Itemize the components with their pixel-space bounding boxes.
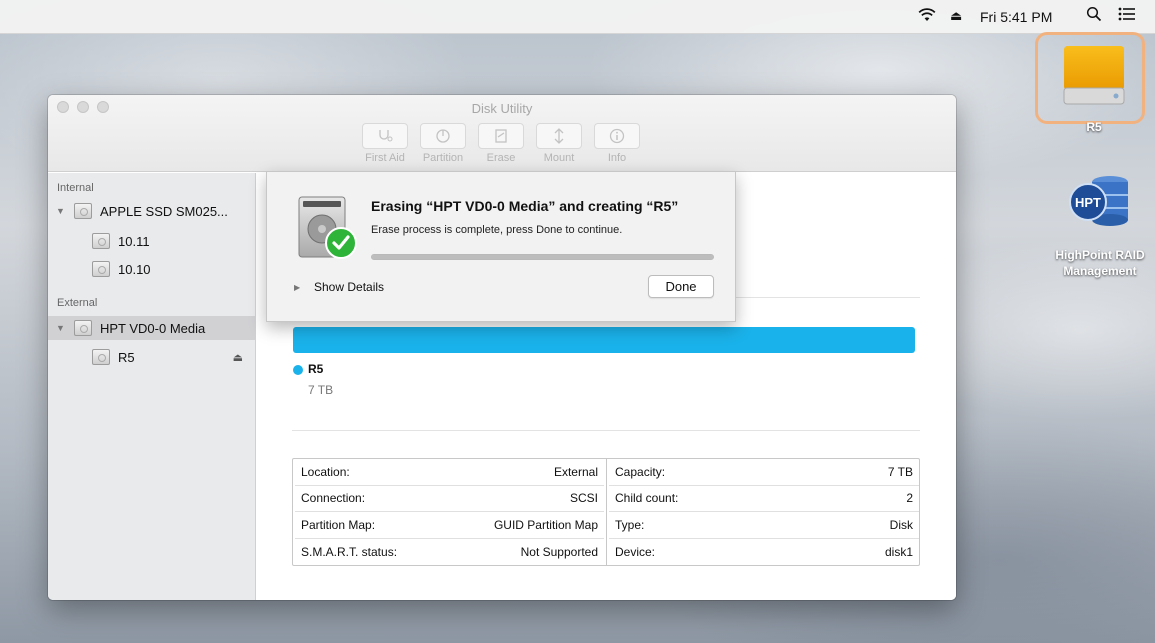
- info-column-right: Capacity: 7 TB Child count: 2 Type: Disk…: [607, 459, 921, 565]
- info-key: Partition Map:: [301, 517, 376, 532]
- volume-icon: [92, 261, 110, 277]
- info-key: Capacity:: [615, 464, 666, 479]
- sheet-message: Erase process is complete, press Done to…: [371, 224, 623, 236]
- info-column-left: Location: External Connection: SCSI Part…: [293, 459, 607, 565]
- info-key: Location:: [301, 464, 350, 479]
- disclosure-triangle-icon[interactable]: ▼: [56, 206, 66, 216]
- sidebar-section-internal: Internal: [57, 182, 94, 194]
- info-icon: [609, 128, 625, 144]
- disclosure-triangle-icon[interactable]: ▶: [294, 283, 300, 292]
- first-aid-label: First Aid: [365, 152, 405, 164]
- done-button[interactable]: Done: [648, 275, 714, 298]
- table-row: Location: External: [295, 459, 604, 486]
- info-value: 2: [906, 491, 913, 506]
- info-value: Not Supported: [520, 544, 598, 559]
- info-key: Device:: [615, 544, 656, 559]
- table-row: Child count: 2: [609, 486, 919, 512]
- info-value: Disk: [889, 517, 913, 532]
- app-label-line2: Management: [1063, 264, 1137, 278]
- erase-icon: [495, 129, 507, 143]
- table-row: Partition Map: GUID Partition Map: [295, 512, 604, 539]
- window-title: Disk Utility: [471, 101, 533, 116]
- erase-button[interactable]: [478, 123, 524, 149]
- divider: [292, 430, 920, 431]
- progress-fill: [372, 255, 713, 259]
- svg-text:HPT: HPT: [1075, 195, 1101, 210]
- external-disk-icon: [74, 320, 92, 336]
- info-key: Connection:: [301, 491, 366, 506]
- sidebar-item-apple-ssd[interactable]: ▼ APPLE SSD SM025...: [48, 199, 255, 223]
- sidebar-item-r5[interactable]: R5 ⏏: [48, 345, 255, 369]
- drive-label: R5: [1086, 120, 1102, 134]
- menu-clock[interactable]: Fri 5:41 PM: [980, 9, 1052, 25]
- volume-size: 7 TB: [308, 383, 334, 397]
- stethoscope-icon: [379, 130, 393, 142]
- highpoint-app-icon[interactable]: HPT: [1066, 172, 1132, 232]
- erase-progress-sheet: Erasing “HPT VD0-0 Media” and creating “…: [266, 171, 736, 322]
- sidebar-item-label: 10.11: [118, 233, 150, 249]
- spotlight-icon[interactable]: [1086, 6, 1102, 25]
- eject-menu-icon[interactable]: ⏏: [950, 8, 962, 24]
- info-label: Info: [607, 152, 627, 164]
- sheet-title: Erasing “HPT VD0-0 Media” and creating “…: [371, 198, 679, 214]
- sidebar-item-label: HPT VD0-0 Media: [100, 320, 206, 336]
- mount-label: Mount: [543, 152, 575, 164]
- sidebar-item-10-11[interactable]: 10.11: [48, 229, 255, 253]
- partition-label: Partition: [422, 152, 464, 164]
- table-row: Type: Disk: [609, 512, 919, 539]
- mount-icon: [554, 128, 564, 144]
- eject-icon[interactable]: ⏏: [233, 351, 243, 364]
- info-button[interactable]: [594, 123, 640, 149]
- external-drive-icon[interactable]: [1062, 44, 1126, 108]
- disclosure-triangle-icon[interactable]: ▼: [56, 323, 66, 333]
- table-row: Connection: SCSI: [295, 486, 604, 512]
- usage-bar: [293, 327, 915, 353]
- partition-icon: [436, 129, 450, 143]
- table-row: Device: disk1: [609, 539, 919, 566]
- volume-name: R5: [308, 362, 324, 376]
- hard-drive-check-icon: [295, 193, 359, 261]
- show-details-toggle[interactable]: Show Details: [314, 280, 384, 294]
- wifi-icon[interactable]: [918, 8, 936, 25]
- info-value: SCSI: [569, 491, 598, 506]
- info-value: External: [553, 464, 598, 479]
- table-row: S.M.A.R.T. status: Not Supported: [295, 539, 604, 566]
- info-value: 7 TB: [887, 464, 913, 479]
- info-table: Location: External Connection: SCSI Part…: [292, 458, 920, 566]
- partition-button[interactable]: [420, 123, 466, 149]
- mount-button[interactable]: [536, 123, 582, 149]
- sidebar-item-10-10[interactable]: 10.10: [48, 257, 255, 281]
- app-label-line1: HighPoint RAID: [1055, 248, 1145, 262]
- table-row: Capacity: 7 TB: [609, 459, 919, 486]
- info-key: S.M.A.R.T. status:: [301, 544, 398, 559]
- sidebar-item-label: R5: [118, 349, 135, 365]
- volume-color-dot: [293, 365, 303, 375]
- volume-icon: [92, 233, 110, 249]
- sidebar-item-hpt-vd0[interactable]: ▼ HPT VD0-0 Media: [48, 316, 255, 340]
- internal-disk-icon: [74, 203, 92, 219]
- sidebar: Internal ▼ APPLE SSD SM025... 10.11 10.1…: [48, 173, 256, 600]
- erase-progress-bar: [371, 254, 714, 260]
- sidebar-item-label: APPLE SSD SM025...: [100, 203, 228, 219]
- window-titlebar[interactable]: Disk Utility First Aid Partition Erase M…: [48, 95, 956, 172]
- menu-bar: ⏏ Fri 5:41 PM: [0, 0, 1155, 34]
- sidebar-section-external: External: [57, 297, 98, 309]
- first-aid-button[interactable]: [362, 123, 408, 149]
- highpoint-app-label: HighPoint RAID Management: [1045, 247, 1155, 279]
- info-value: GUID Partition Map: [493, 517, 598, 532]
- erase-label: Erase: [486, 152, 516, 164]
- info-key: Child count:: [615, 491, 679, 506]
- info-key: Type:: [615, 517, 645, 532]
- notification-center-icon[interactable]: [1118, 6, 1136, 25]
- sidebar-item-label: 10.10: [118, 261, 151, 277]
- info-value: disk1: [884, 544, 913, 559]
- volume-icon: [92, 349, 110, 365]
